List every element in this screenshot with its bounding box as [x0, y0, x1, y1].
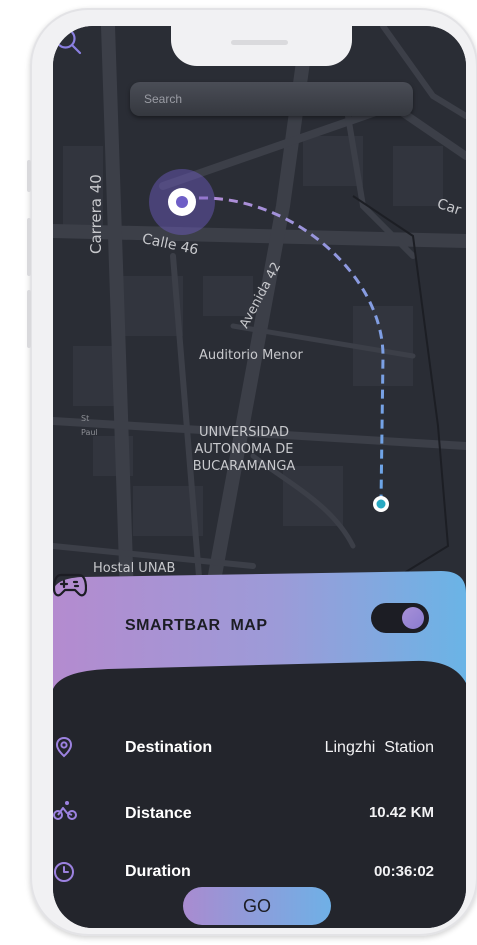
- bicycle-icon: [53, 801, 77, 820]
- panel-title: SMARTBAR MAP: [125, 617, 268, 634]
- gamepad-icon: [53, 573, 87, 597]
- smartbar-toggle[interactable]: [371, 603, 429, 633]
- map-label-carrera: Carrera 40: [87, 174, 105, 254]
- destination-label: Destination: [125, 739, 213, 756]
- map-label-paul: Paul: [81, 428, 98, 437]
- search-icon[interactable]: [53, 26, 83, 56]
- map-label-universidad: UNIVERSIDAD AUTONOMA DE BUCARAMANGA: [189, 424, 299, 475]
- distance-value: 10.42 KM: [368, 804, 434, 821]
- volume-down-button: [27, 290, 31, 348]
- phone-screen: Search Carrera 40 Calle 46 Avenida 42 Ca…: [53, 26, 466, 928]
- map-label-universidad-line-2: AUTONOMA DE: [194, 442, 294, 457]
- map-label-universidad-line-1: UNIVERSIDAD: [199, 425, 289, 440]
- duration-value: 00:36:02: [373, 863, 434, 880]
- go-button[interactable]: GO: [183, 887, 331, 925]
- mute-switch: [27, 160, 31, 192]
- destination-value: Lingzhi Station: [324, 739, 434, 756]
- toggle-knob[interactable]: [402, 607, 424, 629]
- map-label-st: St: [81, 414, 90, 423]
- map-label-auditorio: Auditorio Menor: [199, 348, 303, 363]
- map-view[interactable]: Search Carrera 40 Calle 46 Avenida 42 Ca…: [53, 26, 466, 626]
- duration-label: Duration: [125, 863, 191, 880]
- clock-icon: [54, 862, 74, 882]
- notch: [171, 26, 352, 66]
- search-input[interactable]: Search: [130, 82, 413, 116]
- speaker-grille: [231, 40, 288, 45]
- volume-up-button: [27, 218, 31, 276]
- map-label-universidad-line-3: BUCARAMANGA: [192, 459, 296, 474]
- map-canvas[interactable]: [53, 26, 466, 626]
- trip-panel: SMARTBAR MAP Destination Lingzhi Station…: [53, 571, 466, 928]
- distance-label: Distance: [125, 805, 192, 822]
- location-pin-icon: [55, 736, 73, 758]
